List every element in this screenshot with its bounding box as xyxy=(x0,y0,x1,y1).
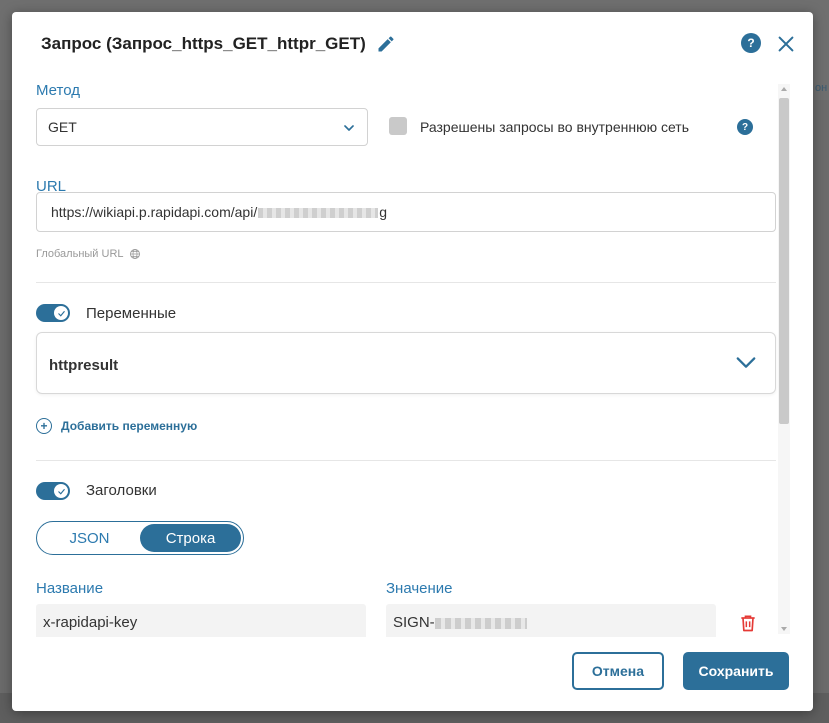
url-value-prefix: https://wikiapi.p.rapidapi.com/api/ xyxy=(51,204,258,220)
header-value-label: Значение xyxy=(386,580,453,597)
check-icon xyxy=(57,488,65,495)
headers-toggle[interactable] xyxy=(36,482,70,500)
chevron-down-icon[interactable] xyxy=(735,355,757,371)
allow-internal-help-button[interactable]: ? xyxy=(737,119,753,135)
section-divider xyxy=(36,282,776,283)
headers-mode-switch: JSON Строка xyxy=(36,521,244,555)
plus-circle-icon: + xyxy=(36,418,52,434)
allow-internal-checkbox[interactable] xyxy=(389,117,407,135)
chevron-down-icon xyxy=(344,125,354,131)
dialog-help-button[interactable]: ? xyxy=(741,33,761,53)
url-value-suffix: g xyxy=(379,204,388,220)
redacted-value-segment xyxy=(434,617,527,629)
question-icon: ? xyxy=(741,33,761,53)
add-variable-label: Добавить переменную xyxy=(61,419,198,433)
url-input[interactable]: https://wikiapi.p.rapidapi.com/api/g xyxy=(36,192,776,232)
variables-label: Переменные xyxy=(86,305,177,322)
header-value-input[interactable]: SIGN- xyxy=(386,604,716,637)
method-label: Метод xyxy=(36,82,80,99)
dialog-title: Запрос (Запрос_https_GET_httpr_GET) xyxy=(41,34,366,53)
content-scrollbar[interactable] xyxy=(778,84,790,634)
check-icon xyxy=(57,310,65,317)
trash-icon[interactable] xyxy=(738,612,758,634)
section-divider xyxy=(36,460,776,461)
variable-item[interactable]: httpresult xyxy=(36,332,776,394)
global-url-hint: Глобальный URL xyxy=(36,248,141,260)
edit-pencil-icon[interactable] xyxy=(376,34,396,54)
save-button[interactable]: Сохранить xyxy=(683,652,789,690)
method-value: GET xyxy=(48,119,77,135)
dialog-title-row: Запрос (Запрос_https_GET_httpr_GET) xyxy=(41,34,396,54)
globe-icon xyxy=(129,249,140,259)
dialog-content: Метод GET Разрешены запросы во внутренню… xyxy=(12,82,782,637)
scroll-down-arrow[interactable] xyxy=(781,627,787,631)
header-name-input[interactable]: x-rapidapi-key xyxy=(36,604,366,637)
cancel-button[interactable]: Отмена xyxy=(572,652,664,690)
method-select[interactable]: GET xyxy=(36,108,368,146)
backdrop-text: он xyxy=(815,82,828,94)
variables-toggle[interactable] xyxy=(36,304,70,322)
headers-label: Заголовки xyxy=(86,482,157,499)
variable-name: httpresult xyxy=(49,357,119,374)
scroll-up-arrow[interactable] xyxy=(781,87,787,91)
toggle-knob xyxy=(54,306,68,320)
mode-json-button[interactable]: JSON xyxy=(39,524,140,552)
scroll-thumb[interactable] xyxy=(779,98,789,424)
request-dialog: Запрос (Запрос_https_GET_httpr_GET) ? Ме… xyxy=(12,12,813,711)
header-name-label: Название xyxy=(36,580,104,597)
close-icon[interactable] xyxy=(775,33,797,55)
add-variable-button[interactable]: + Добавить переменную xyxy=(36,418,197,434)
redacted-url-segment xyxy=(258,208,379,219)
mode-string-button[interactable]: Строка xyxy=(140,524,241,552)
global-url-label: Глобальный URL xyxy=(36,248,124,260)
toggle-knob xyxy=(54,484,68,498)
header-value-prefix: SIGN- xyxy=(393,614,435,631)
question-icon: ? xyxy=(737,119,753,135)
allow-internal-label: Разрешены запросы во внутреннюю сеть xyxy=(420,119,689,135)
